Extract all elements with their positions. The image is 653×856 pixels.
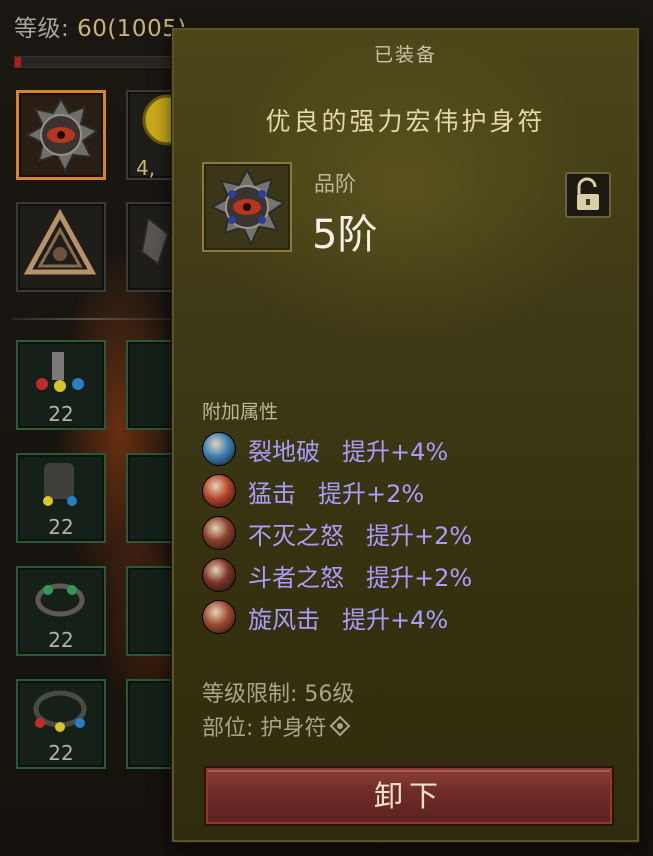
attribute-bonus: 提升+4% — [342, 437, 449, 466]
level-requirement: 等级限制: 56级 — [202, 682, 355, 707]
gem-count: 22 — [48, 628, 74, 652]
gem-slot[interactable]: 22 — [16, 340, 106, 430]
slot-text: 部位: 护身符 — [202, 716, 327, 741]
emblem-slot[interactable] — [16, 202, 106, 292]
item-count: 4, — [136, 156, 156, 180]
lock-toggle-button[interactable] — [565, 172, 611, 218]
gem-slot[interactable] — [126, 340, 176, 430]
gem-slot[interactable]: 22 — [16, 453, 106, 543]
attribute-bonus: 提升+4% — [342, 605, 449, 634]
amulet-icon — [209, 167, 287, 247]
bash-skill-icon — [202, 474, 236, 508]
bracer-icon — [43, 463, 77, 506]
attribute-skill: 裂地破 — [248, 437, 320, 466]
attribute-bonus: 提升+2% — [366, 521, 473, 550]
gem-slot[interactable] — [126, 679, 176, 769]
attribute-skill: 猛击 — [248, 479, 296, 508]
gem-slot[interactable]: 22 — [16, 566, 106, 656]
berserker-rage-skill-icon — [202, 558, 236, 592]
attribute-skill: 不灭之怒 — [248, 521, 344, 550]
equipped-status: 已装备 — [373, 44, 437, 66]
item-tooltip-panel: 已装备 优良的强力宏伟护身符 品阶 5阶 附加属性 裂地破 提升+4% 猛击 提升+2… — [172, 28, 639, 842]
amulet-slot[interactable] — [16, 90, 106, 180]
attribute-skill: 旋风击 — [248, 605, 320, 634]
gem-count: 22 — [48, 515, 74, 539]
attributes-title: 附加属性 — [202, 401, 279, 423]
gem-count: 22 — [48, 741, 74, 765]
necklace-icon — [33, 690, 87, 732]
attribute-skill: 斗者之怒 — [248, 563, 344, 592]
attribute-row: 猛击 提升+2% — [202, 470, 472, 512]
attribute-row: 斗者之怒 提升+2% — [202, 554, 472, 596]
triangle-emblem-icon — [23, 208, 97, 275]
grade-label: 品阶 — [314, 172, 356, 196]
amulet-icon — [24, 96, 100, 174]
item-icon-frame — [202, 162, 292, 252]
experience-fill — [15, 57, 22, 67]
gem-cluster-icon — [36, 352, 84, 392]
attribute-list: 裂地破 提升+4% 猛击 提升+2% 不灭之怒 提升+2% 斗者之怒 提升+2% 旋风击 提升+4… — [202, 428, 472, 638]
undying-rage-skill-icon — [202, 516, 236, 550]
attribute-row: 裂地破 提升+4% — [202, 428, 472, 470]
attribute-bonus: 提升+2% — [366, 563, 473, 592]
amulet-slot-icon — [329, 715, 351, 737]
section-divider — [12, 318, 172, 320]
ring-icon — [35, 583, 85, 617]
item-slot-info: 部位: 护身符 — [202, 710, 351, 742]
relic-slot[interactable] — [126, 202, 176, 292]
gem-slot[interactable]: 22 — [16, 679, 106, 769]
attribute-bonus: 提升+2% — [318, 479, 425, 508]
attribute-row: 旋风击 提升+4% — [202, 596, 472, 638]
unequip-button[interactable]: 卸下 — [206, 768, 612, 824]
attribute-row: 不灭之怒 提升+2% — [202, 512, 472, 554]
gold-item-slot[interactable]: 4, — [126, 90, 194, 180]
item-name: 优良的强力宏伟护身符 — [265, 107, 546, 136]
earthquake-skill-icon — [202, 432, 236, 466]
gem-slot[interactable] — [126, 453, 176, 543]
character-level: 等级: 60(1005) — [14, 16, 187, 42]
gem-slot[interactable] — [126, 566, 176, 656]
gem-count: 22 — [48, 402, 74, 426]
experience-bar — [14, 56, 176, 68]
relic-icon — [140, 216, 170, 266]
coin-icon — [142, 94, 194, 146]
grade-value: 5阶 — [312, 212, 378, 258]
whirlwind-skill-icon — [202, 600, 236, 634]
unlock-icon — [577, 177, 599, 210]
